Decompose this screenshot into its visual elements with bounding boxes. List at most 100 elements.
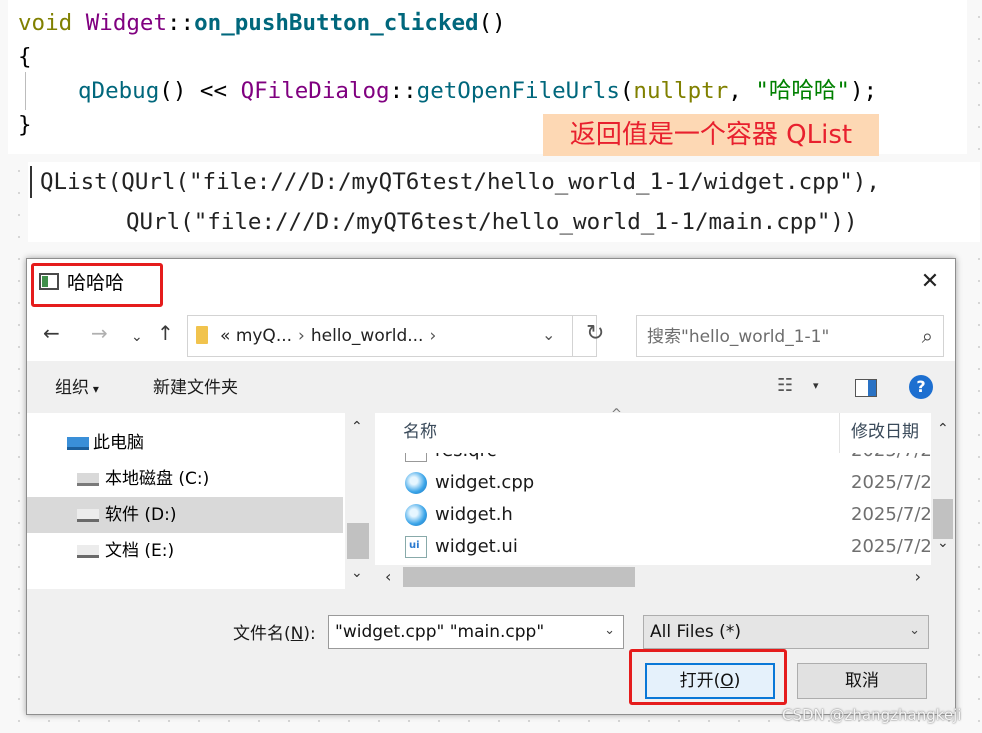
filename-field[interactable]: "widget.cpp" "main.cpp" ⌄ (328, 615, 624, 649)
scroll-up-icon[interactable]: ⌃ (351, 419, 363, 435)
code-parens: () (478, 10, 506, 36)
ui-form-icon (405, 536, 427, 558)
breadcrumb-hello-world[interactable]: hello_world... (311, 326, 424, 346)
nav-item-label: 本地磁盘 (C:) (105, 469, 210, 489)
code-qdebug: qDebug (78, 78, 160, 104)
file-list-pane: 名称 ^ 修改日期 res.qrc 2025/7/2 widget.cpp 20… (375, 407, 955, 589)
code-dialog-class: QFileDialog (240, 78, 390, 104)
preview-pane-icon[interactable] (855, 379, 877, 397)
code-operator: () << (159, 78, 241, 104)
debug-output: QList(QUrl("file:///D:/myQT6test/hello_w… (28, 162, 980, 242)
filename-label-text: 文件名( (233, 624, 291, 644)
filename-label-suffix: ): (303, 624, 316, 644)
file-row[interactable]: widget.h 2025/7/2 (375, 499, 931, 531)
view-dropdown-icon[interactable]: ▾ (813, 379, 819, 392)
dialog-toolbar: 组织 新建文件夹 ☷ ▾ ? (27, 361, 955, 413)
scroll-thumb[interactable] (403, 567, 635, 587)
close-icon[interactable]: ✕ (919, 271, 941, 293)
chevron-down-icon[interactable]: ⌄ (909, 623, 920, 638)
open-file-dialog: 哈哈哈 ✕ ← → ⌄ ↑ « myQ... › hello_world... › ⌄… (26, 258, 956, 715)
code-close-brace: } (18, 112, 32, 138)
code-args-open: ( (619, 78, 634, 104)
breadcrumb-overflow[interactable]: « (220, 326, 230, 346)
code-keyword: void (18, 10, 73, 36)
breadcrumb-myqt6test[interactable]: myQ... (236, 326, 292, 346)
file-name: widget.ui (435, 536, 518, 557)
scroll-down-icon[interactable]: ⌄ (937, 535, 949, 551)
drive-icon (77, 545, 99, 558)
open-button-highlight-box (629, 649, 787, 705)
file-type-select[interactable]: All Files (*) ⌄ (643, 615, 929, 649)
up-arrow-icon[interactable]: ↑ (157, 321, 174, 345)
scroll-up-icon[interactable]: ⌃ (937, 421, 949, 437)
column-date-header[interactable]: 修改日期 (851, 421, 919, 443)
search-placeholder: 搜索"hello_world_1-1" (647, 327, 830, 347)
folder-icon (196, 326, 208, 344)
breadcrumb-separator-icon[interactable]: › (429, 326, 436, 346)
new-folder-button[interactable]: 新建文件夹 (153, 377, 238, 399)
refresh-icon[interactable]: ↻ (586, 321, 604, 346)
scroll-left-icon[interactable]: ‹ (385, 567, 391, 586)
scroll-right-icon[interactable]: › (915, 567, 921, 586)
back-arrow-icon[interactable]: ← (43, 321, 60, 345)
view-options-icon[interactable]: ☷ (777, 375, 793, 396)
file-name: widget.h (435, 504, 513, 525)
nav-item-this-pc[interactable]: 此电脑 (27, 425, 343, 461)
file-date: 2025/7/2 (851, 453, 931, 463)
navigation-pane-scrollbar[interactable]: ⌃ ⌄ (345, 413, 371, 589)
address-divider (572, 316, 573, 356)
scroll-thumb[interactable] (347, 523, 369, 559)
computer-icon (67, 437, 89, 450)
qt-creator-icon (405, 504, 427, 526)
column-name-header[interactable]: 名称 (403, 421, 437, 443)
output-cursor-bar (30, 166, 32, 198)
search-input[interactable]: 搜索"hello_world_1-1" ⌕ (636, 315, 944, 357)
organize-button[interactable]: 组织 (55, 377, 99, 400)
scrollbar-corner (931, 565, 955, 589)
code-open-brace: { (18, 44, 32, 70)
code-line-signature: void Widget::on_pushButton_clicked() (18, 8, 506, 38)
code-statement-end: ); (849, 78, 878, 104)
scroll-thumb[interactable] (933, 499, 953, 539)
code-comma: , (728, 78, 756, 104)
forward-arrow-icon[interactable]: → (91, 321, 108, 345)
code-method-name: on_pushButton_clicked (194, 10, 479, 36)
document-icon (405, 453, 427, 462)
filename-value[interactable]: "widget.cpp" "main.cpp" (335, 621, 544, 643)
file-name: res.qrc (435, 453, 497, 463)
file-date: 2025/7/2 (851, 504, 931, 525)
recent-locations-chevron-icon[interactable]: ⌄ (131, 325, 143, 349)
file-list-horizontal-scrollbar[interactable]: ‹ › (375, 565, 931, 589)
file-row[interactable]: res.qrc 2025/7/2 (375, 453, 931, 467)
nav-item-drive-e[interactable]: 文档 (E:) (27, 533, 343, 569)
file-row[interactable]: widget.cpp 2025/7/2 (375, 467, 931, 499)
nav-item-label: 软件 (D:) (105, 505, 177, 525)
drive-icon (77, 509, 99, 522)
output-line-2: QUrl("file:///D:/myQT6test/hello_world_1… (126, 209, 858, 235)
address-dropdown-icon[interactable]: ⌄ (542, 325, 555, 344)
navigation-bar: ← → ⌄ ↑ « myQ... › hello_world... › ⌄ ↻ 搜索"… (27, 309, 955, 361)
file-date: 2025/7/2 (851, 536, 931, 557)
code-line-body: qDebug() << QFileDialog::getOpenFileUrls… (78, 76, 877, 106)
scroll-down-icon[interactable]: ⌄ (351, 565, 363, 581)
address-bar[interactable]: « myQ... › hello_world... › ⌄ ↻ (187, 315, 604, 357)
help-icon[interactable]: ? (909, 375, 933, 399)
nav-item-drive-c[interactable]: 本地磁盘 (C:) (27, 461, 343, 497)
breadcrumb: « myQ... › hello_world... › (220, 325, 442, 347)
watermark: CSDN @zhangzhangkeji (782, 706, 962, 724)
title-highlight-box (31, 263, 163, 307)
code-get-open-file-urls: getOpenFileUrls (416, 78, 620, 104)
filename-label: 文件名(N): (233, 623, 316, 645)
file-list-vertical-scrollbar[interactable]: ⌃ ⌄ (931, 413, 955, 565)
search-icon[interactable]: ⌕ (922, 324, 933, 348)
breadcrumb-separator-icon[interactable]: › (298, 326, 305, 346)
column-divider[interactable] (839, 413, 840, 453)
cancel-button[interactable]: 取消 (797, 663, 927, 699)
filename-label-accesskey: N (290, 624, 304, 644)
dialog-titlebar[interactable]: 哈哈哈 ✕ (27, 259, 955, 309)
chevron-down-icon[interactable]: ⌄ (604, 623, 615, 638)
nav-item-label: 此电脑 (93, 433, 144, 453)
code-scope: :: (389, 78, 417, 104)
file-row[interactable]: widget.ui 2025/7/2 (375, 531, 931, 563)
nav-item-drive-d[interactable]: 软件 (D:) (27, 497, 343, 533)
